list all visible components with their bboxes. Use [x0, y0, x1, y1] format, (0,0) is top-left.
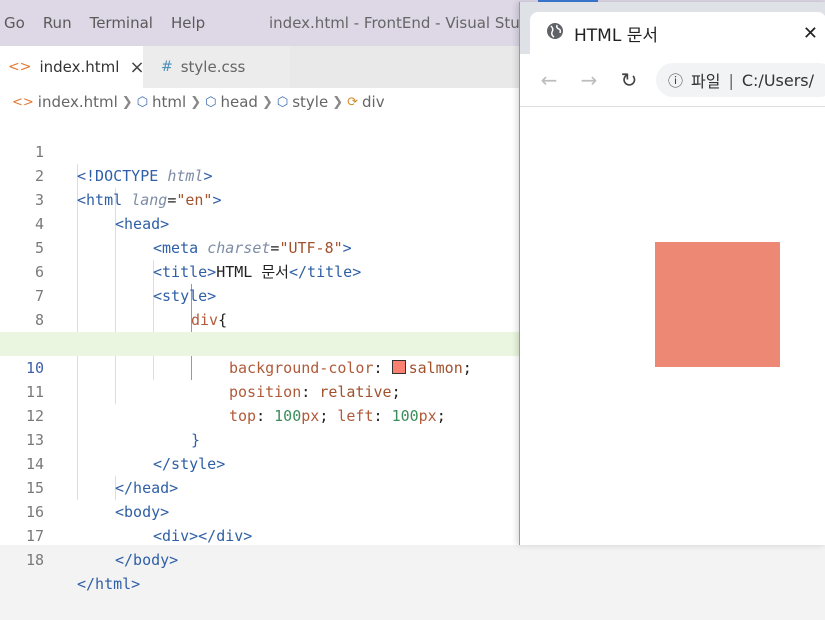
- breadcrumb-label: html: [152, 93, 187, 111]
- element-icon: ⬡: [205, 94, 217, 110]
- css-selector-icon: ⟳: [347, 94, 358, 110]
- close-icon[interactable]: ✕: [803, 23, 818, 44]
- address-bar[interactable]: ⓘ 파일 | C:/Users/: [656, 63, 825, 97]
- browser-tab-title: HTML 문서: [574, 25, 658, 46]
- breadcrumb-label: head: [220, 93, 258, 111]
- breadcrumb-item-style[interactable]: ⬡ style: [277, 93, 328, 111]
- browser-tab-strip: HTML 문서 ✕: [520, 2, 825, 54]
- reload-icon[interactable]: ↻: [618, 68, 640, 92]
- address-divider: |: [728, 70, 734, 90]
- tab-label: style.css: [180, 58, 246, 76]
- code-token: </body>: [115, 551, 179, 569]
- breadcrumb-item-file[interactable]: <> index.html: [12, 93, 118, 111]
- chevron-right-icon: ❯: [190, 94, 202, 110]
- element-icon: ⬡: [136, 94, 149, 110]
- code-token: </html>: [77, 575, 141, 593]
- chevron-right-icon: ❯: [121, 94, 133, 110]
- menu-run[interactable]: Run: [43, 14, 72, 32]
- address-path: C:/Users/: [741, 70, 815, 90]
- back-arrow-icon[interactable]: ←: [538, 68, 560, 92]
- tab-style-css[interactable]: # style.css: [143, 46, 290, 88]
- window-title: index.html - FrontEnd - Visual Studio C: [269, 14, 558, 32]
- breadcrumb-label: style: [292, 93, 329, 111]
- globe-icon: [546, 22, 564, 45]
- tab-index-html[interactable]: <> index.html ×: [0, 46, 145, 88]
- chevron-right-icon: ❯: [332, 94, 344, 110]
- html-file-icon: <>: [8, 59, 32, 75]
- breadcrumb-item-html[interactable]: ⬡ html: [137, 93, 187, 111]
- breadcrumb-label: index.html: [37, 93, 118, 111]
- element-icon: ⬡: [276, 94, 289, 110]
- tab-label: index.html: [39, 58, 120, 76]
- salmon-div: [655, 242, 780, 367]
- css-file-icon: #: [161, 59, 173, 75]
- line-number: 18: [25, 551, 44, 569]
- address-scheme: 파일: [691, 72, 721, 91]
- browser-toolbar: ← → ↻ ⓘ 파일 | C:/Users/: [520, 54, 825, 107]
- forward-arrow-icon[interactable]: →: [578, 68, 600, 92]
- html-file-icon: <>: [12, 94, 34, 110]
- menu-help[interactable]: Help: [171, 14, 205, 32]
- menu-terminal[interactable]: Terminal: [90, 14, 153, 32]
- browser-tab[interactable]: HTML 문서 ✕: [530, 12, 825, 54]
- browser-window: HTML 문서 ✕ ← → ↻ ⓘ 파일 | C:/Users/: [519, 2, 825, 545]
- breadcrumb-label: div: [362, 93, 385, 111]
- info-icon[interactable]: ⓘ: [668, 70, 683, 91]
- chevron-right-icon: ❯: [261, 94, 273, 110]
- menu-go[interactable]: Go: [4, 14, 25, 32]
- breadcrumb-item-div[interactable]: ⟳ div: [347, 93, 384, 111]
- browser-viewport: [520, 107, 825, 545]
- breadcrumb-item-head[interactable]: ⬡ head: [205, 93, 258, 111]
